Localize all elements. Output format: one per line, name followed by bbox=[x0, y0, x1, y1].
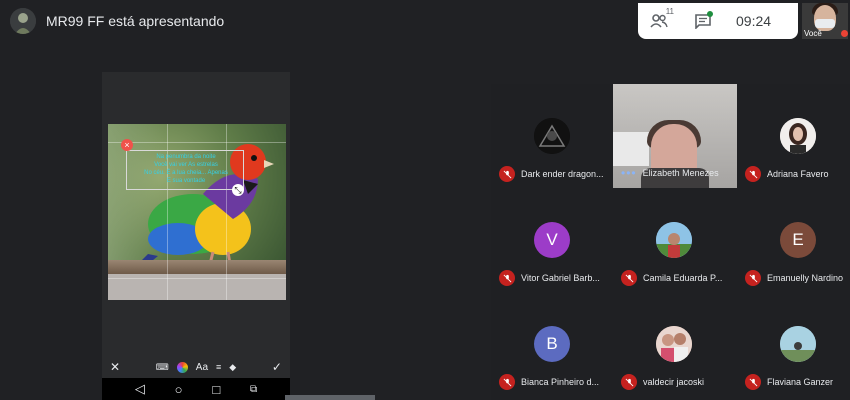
soldier-icon bbox=[10, 8, 36, 34]
participant-label: Emanuelly Nardino bbox=[745, 270, 843, 286]
participant-name: Flaviana Ganzer bbox=[767, 377, 834, 387]
participant-tile[interactable]: Dark ender dragon... bbox=[491, 84, 613, 188]
eraser-icon[interactable]: ◆ bbox=[229, 362, 236, 373]
participant-avatar bbox=[656, 222, 692, 258]
participant-tile[interactable]: ••• Elizabeth Menezes bbox=[613, 84, 737, 188]
color-picker-icon[interactable] bbox=[176, 361, 188, 373]
participant-grid: Dark ender dragon... ••• Elizabeth Menez… bbox=[491, 84, 850, 400]
photo-avatar-icon bbox=[656, 326, 692, 362]
participant-name: Bianca Pinheiro d... bbox=[521, 377, 600, 387]
participant-tile[interactable]: Camila Eduarda P... bbox=[613, 188, 735, 292]
close-icon[interactable]: ✕ bbox=[110, 360, 120, 374]
recents-icon[interactable]: □ bbox=[212, 382, 220, 397]
participant-label: ••• Elizabeth Menezes bbox=[621, 166, 719, 180]
align-icon[interactable]: ≡ bbox=[216, 362, 221, 372]
meet-window: MR99 FF está apresentando 11 09:24 Você … bbox=[0, 0, 850, 400]
participant-label: Flaviana Ganzer bbox=[745, 374, 833, 390]
presenter-avatar bbox=[10, 8, 36, 34]
shared-screen: Na penumbra da noite Você vai ver As est… bbox=[102, 72, 290, 400]
caption-box[interactable]: Na penumbra da noite Você vai ver As est… bbox=[126, 150, 244, 190]
participant-tile[interactable]: E Emanuelly Nardino bbox=[737, 188, 850, 292]
editor-toolbar: ✕ ⌨ Aa ≡ ◆ ✓ bbox=[102, 356, 290, 378]
participant-name: Emanuelly Nardino bbox=[767, 273, 844, 283]
participant-tile[interactable]: B Bianca Pinheiro d... bbox=[491, 292, 613, 396]
caption-line: Você vai ver As estrelas bbox=[154, 162, 218, 168]
participant-avatar bbox=[656, 326, 692, 362]
participant-avatar: E bbox=[780, 222, 816, 258]
scroll-indicator[interactable] bbox=[285, 395, 375, 400]
participant-label: Adriana Favero bbox=[745, 166, 829, 182]
participant-name: Dark ender dragon... bbox=[521, 169, 604, 179]
self-mask bbox=[815, 19, 835, 28]
people-icon bbox=[650, 14, 668, 28]
clock: 09:24 bbox=[736, 13, 772, 29]
participant-avatar bbox=[780, 326, 816, 362]
participant-avatar bbox=[780, 118, 816, 154]
mic-off-icon bbox=[745, 374, 761, 390]
participant-tile[interactable]: Flaviana Ganzer bbox=[737, 292, 850, 396]
photo-avatar-icon bbox=[780, 118, 816, 154]
caption-line: No céu. É a lua cheia... Apenas bbox=[144, 170, 228, 176]
participant-name: Adriana Favero bbox=[767, 169, 829, 179]
caption-resize-icon[interactable]: ⤡ bbox=[232, 184, 244, 196]
self-mute-icon bbox=[841, 30, 848, 37]
text-style-button[interactable]: Aa bbox=[196, 362, 208, 373]
screenshot-icon[interactable]: ⧉ bbox=[250, 384, 257, 395]
chat-unread-dot bbox=[707, 11, 713, 17]
participant-name: Elizabeth Menezes bbox=[642, 168, 719, 178]
participant-label: valdecir jacoski bbox=[621, 374, 704, 390]
participant-label: Camila Eduarda P... bbox=[621, 270, 722, 286]
mic-off-icon bbox=[499, 166, 515, 182]
android-nav-bar: ◁ ○ □ ⧉ bbox=[102, 378, 290, 400]
bird-photo: Na penumbra da noite Você vai ver As est… bbox=[108, 124, 286, 300]
mic-off-icon bbox=[621, 270, 637, 286]
participant-name: valdecir jacoski bbox=[643, 377, 705, 387]
participant-label: Bianca Pinheiro d... bbox=[499, 374, 599, 390]
presenter-header: MR99 FF está apresentando bbox=[10, 8, 224, 34]
participant-label: Vitor Gabriel Barb... bbox=[499, 270, 600, 286]
mic-off-icon bbox=[745, 270, 761, 286]
photo-avatar-icon bbox=[656, 222, 692, 258]
mic-off-icon bbox=[621, 374, 637, 390]
mic-off-icon bbox=[499, 270, 515, 286]
participant-avatar: V bbox=[534, 222, 570, 258]
presenter-title: MR99 FF está apresentando bbox=[46, 13, 225, 29]
home-icon[interactable]: ○ bbox=[175, 382, 183, 397]
participant-label: Dark ender dragon... bbox=[499, 166, 604, 182]
caption-line: E sua vontade bbox=[166, 178, 206, 184]
self-view[interactable]: Você bbox=[802, 3, 848, 39]
dragon-icon bbox=[534, 118, 570, 154]
speaking-indicator: ••• bbox=[621, 166, 637, 180]
mic-off-icon bbox=[499, 374, 515, 390]
chat-button[interactable] bbox=[692, 10, 714, 32]
caption-line: Na penumbra da noite bbox=[156, 154, 216, 160]
mic-off-icon bbox=[745, 166, 761, 182]
keyboard-icon[interactable]: ⌨ bbox=[156, 362, 169, 373]
participant-avatar bbox=[534, 118, 570, 154]
people-button[interactable]: 11 bbox=[648, 7, 674, 32]
participants-count: 11 bbox=[665, 7, 674, 16]
participant-tile[interactable]: Adriana Favero bbox=[737, 84, 850, 188]
participant-avatar: B bbox=[534, 326, 570, 362]
top-panel: 11 09:24 bbox=[638, 3, 798, 39]
confirm-icon[interactable]: ✓ bbox=[272, 360, 282, 374]
participant-tile[interactable]: valdecir jacoski bbox=[613, 292, 735, 396]
self-label: Você bbox=[804, 29, 822, 38]
participant-name: Vitor Gabriel Barb... bbox=[521, 273, 600, 283]
participant-tile[interactable]: V Vitor Gabriel Barb... bbox=[491, 188, 613, 292]
participant-name: Camila Eduarda P... bbox=[643, 273, 723, 283]
back-icon[interactable]: ◁ bbox=[135, 381, 145, 397]
photo-avatar-icon bbox=[780, 326, 816, 362]
caption-close-icon[interactable]: × bbox=[121, 139, 133, 151]
